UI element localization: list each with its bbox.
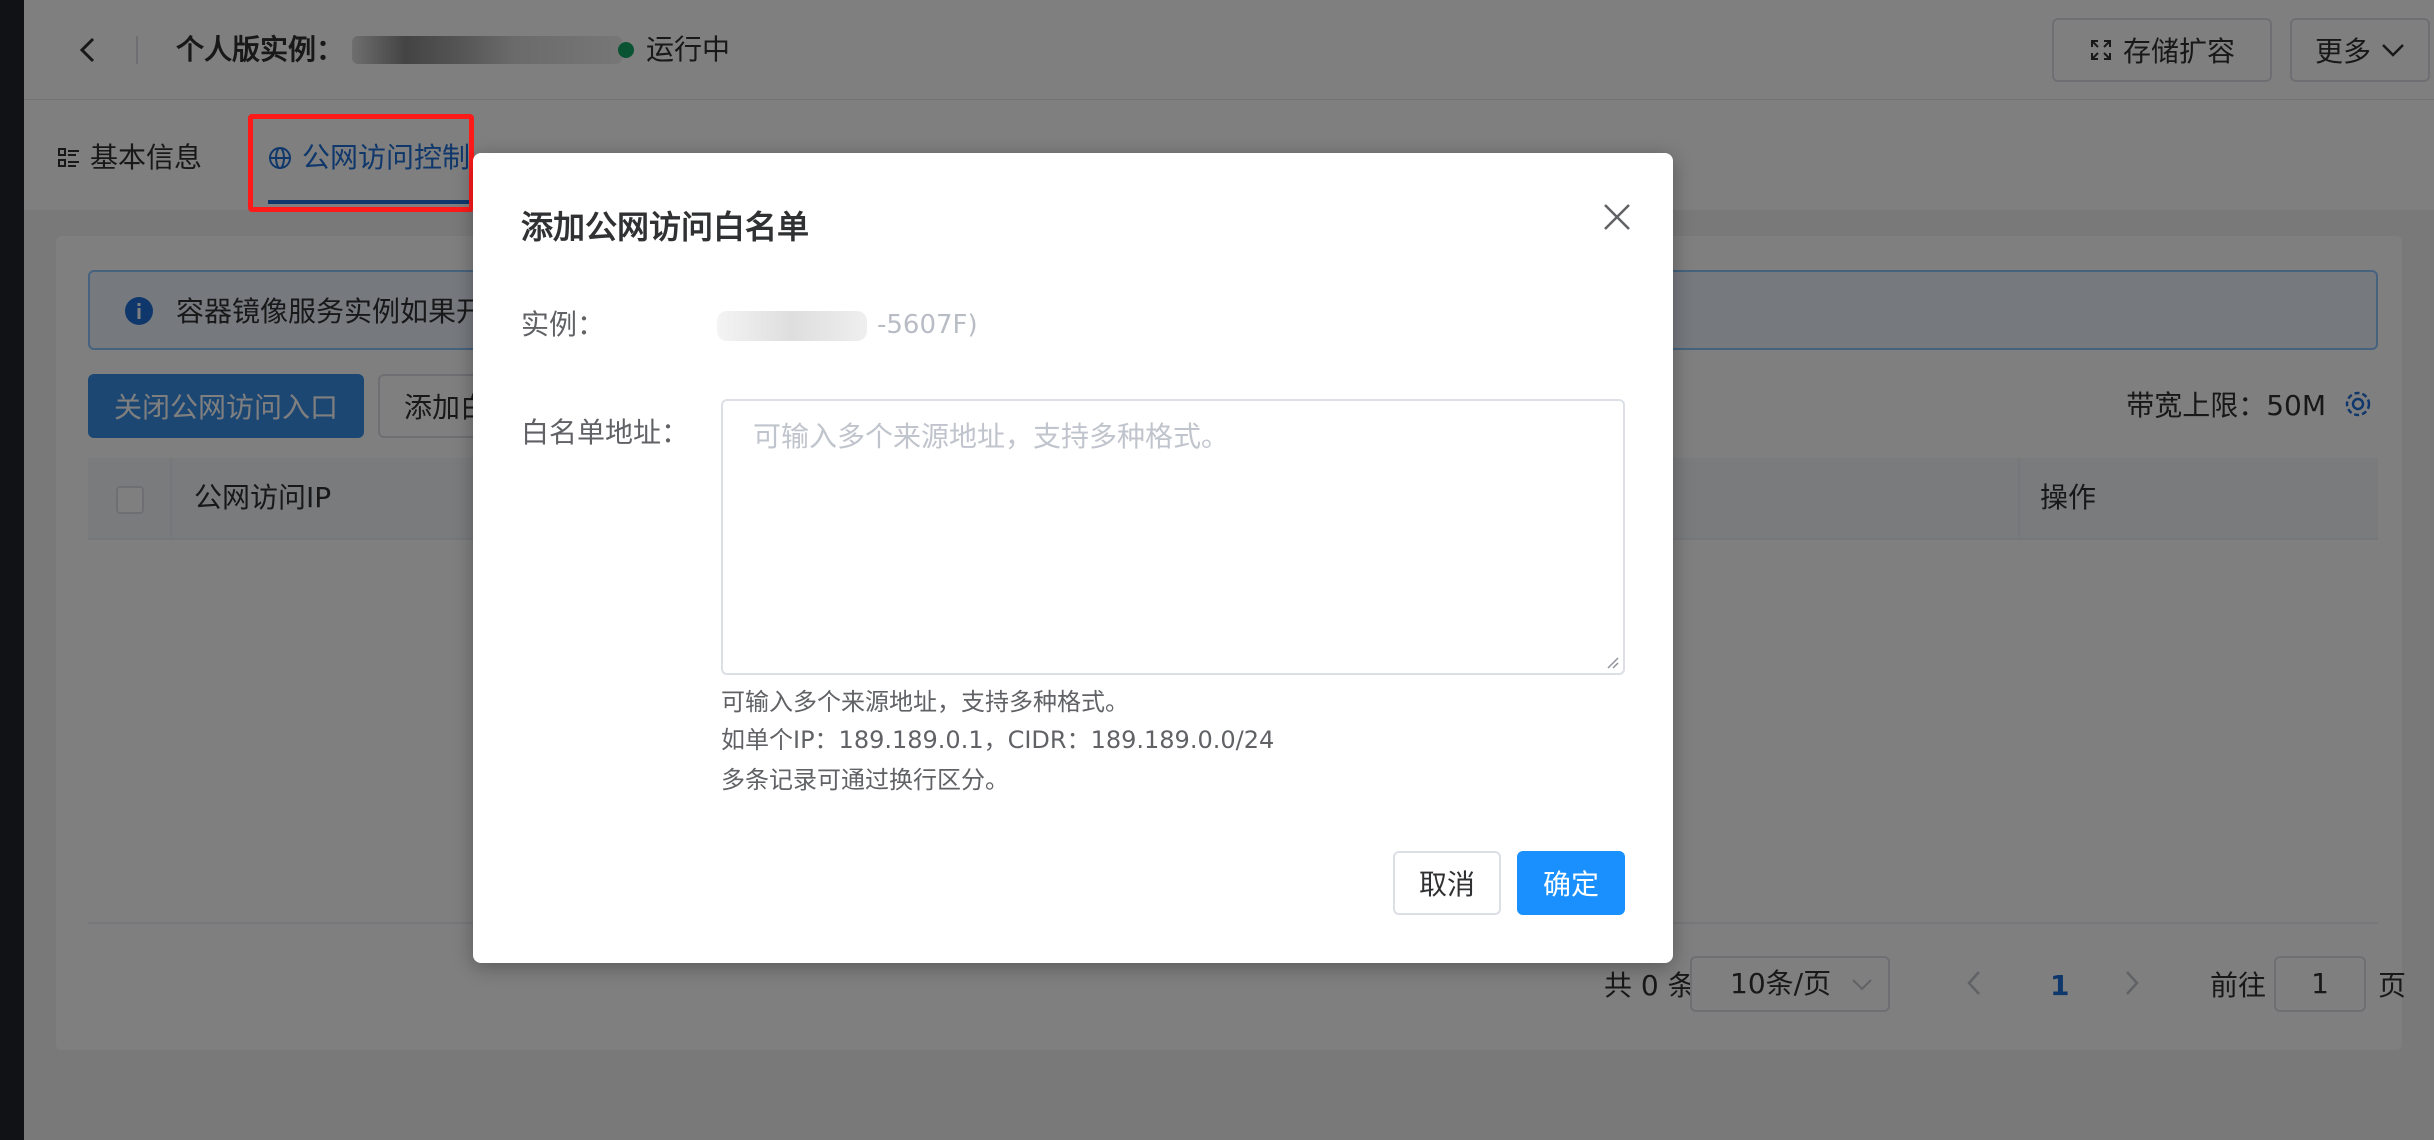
app-root: 个人版实例： 运行中 存储扩容 更多 基本信息 公网访问控制	[0, 0, 2434, 1140]
hint-line: 可输入多个来源地址，支持多种格式。	[721, 688, 1129, 716]
instance-id-text: -5607F)	[877, 310, 978, 340]
close-button[interactable]	[1593, 193, 1641, 241]
highlight-box	[248, 114, 474, 212]
confirm-button[interactable]: 确定	[1517, 851, 1625, 915]
whitelist-label: 白名单地址：	[521, 416, 690, 449]
hint-line: 多条记录可通过换行区分。	[721, 766, 1009, 794]
instance-label: 实例：	[521, 308, 606, 341]
whitelist-placeholder: 可输入多个来源地址，支持多种格式。	[753, 420, 1230, 453]
redacted-instance-id	[717, 311, 867, 341]
add-whitelist-dialog: 添加公网访问白名单 实例： -5607F) 白名单地址： 可输入多个来源地址，支…	[473, 153, 1673, 963]
instance-value: -5607F)	[717, 303, 978, 347]
dialog-title: 添加公网访问白名单	[521, 208, 810, 246]
cancel-button[interactable]: 取消	[1393, 851, 1501, 915]
whitelist-textarea[interactable]: 可输入多个来源地址，支持多种格式。	[721, 399, 1625, 675]
hint-line: 如单个IP：189.189.0.1，CIDR：189.189.0.0/24	[721, 726, 1275, 754]
resize-handle-icon[interactable]	[1605, 655, 1619, 669]
close-icon	[1604, 204, 1630, 230]
